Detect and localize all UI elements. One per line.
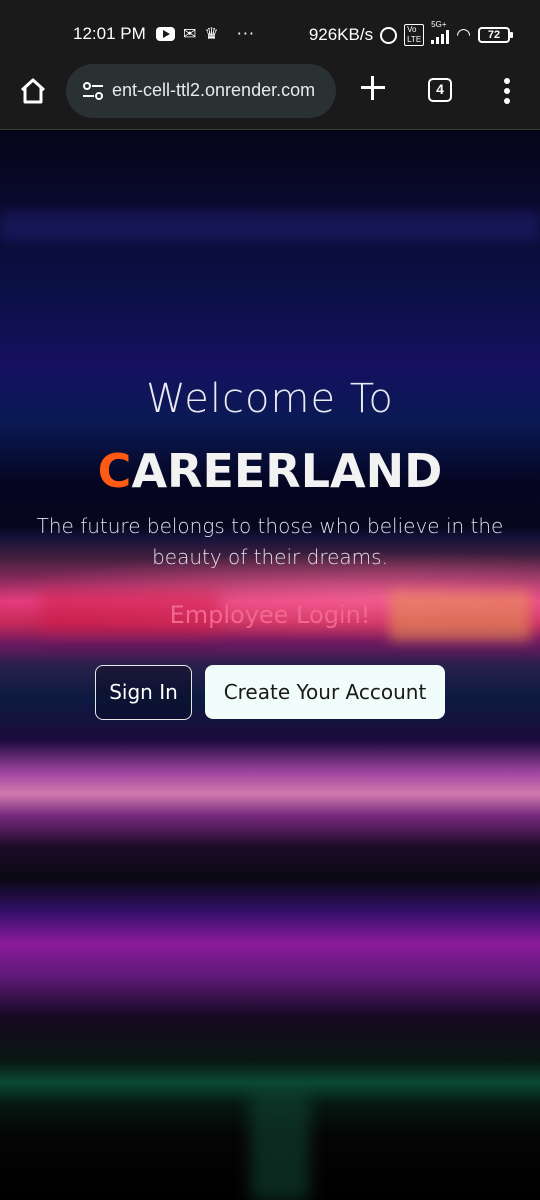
browser-menu-button[interactable] xyxy=(502,78,512,104)
create-account-button[interactable]: Create Your Account xyxy=(205,665,445,719)
gmail-icon: ✉ xyxy=(183,24,197,43)
hero-section: Welcome To CAREERLAND The future belongs… xyxy=(0,131,540,1200)
new-tab-button[interactable] xyxy=(359,74,387,102)
background-glow xyxy=(0,211,540,241)
signal-icon: 5G+ xyxy=(431,20,450,44)
home-icon[interactable] xyxy=(18,76,48,106)
employee-login-link[interactable]: Employee Login! xyxy=(0,601,540,629)
tagline: The future belongs to those who believe … xyxy=(36,514,504,569)
url-text[interactable]: ent-cell-ttl2.onrender.com xyxy=(112,80,315,101)
network-type: 5G+ xyxy=(431,20,447,29)
network-speed: 926KB/s xyxy=(308,25,374,44)
address-bar[interactable]: ent-cell-ttl2.onrender.com xyxy=(66,64,336,118)
battery-icon: 72 xyxy=(478,27,513,43)
welcome-heading: Welcome To xyxy=(146,376,394,422)
alarm-icon xyxy=(380,26,398,44)
status-time: 12:01 PM xyxy=(73,24,146,43)
sign-in-button[interactable]: Sign In xyxy=(95,665,192,720)
status-indicators: 926KB/s Vo LTE 5G+ ◠ 72 xyxy=(308,20,513,46)
notification-icons: ✉ ♛ ··· xyxy=(156,24,255,43)
youtube-icon xyxy=(156,26,175,41)
tab-switcher-button[interactable]: 4 xyxy=(428,78,452,102)
more-dots-icon: ··· xyxy=(236,24,256,43)
wifi-icon: ◠ xyxy=(456,25,471,44)
site-settings-icon[interactable] xyxy=(82,81,104,101)
browser-toolbar: ent-cell-ttl2.onrender.com 4 xyxy=(0,56,540,130)
brand-logo-text: CAREERLAND xyxy=(0,444,540,498)
brand-rest: AREERLAND xyxy=(131,444,443,498)
brand-accent-letter: C xyxy=(97,444,132,498)
crown-icon: ♛ xyxy=(204,24,219,43)
background-glow xyxy=(250,1091,310,1200)
status-bar: 12:01 PM ✉ ♛ ··· 926KB/s Vo LTE 5G+ ◠ 72 xyxy=(0,0,540,64)
volte-icon: Vo LTE xyxy=(404,24,425,46)
